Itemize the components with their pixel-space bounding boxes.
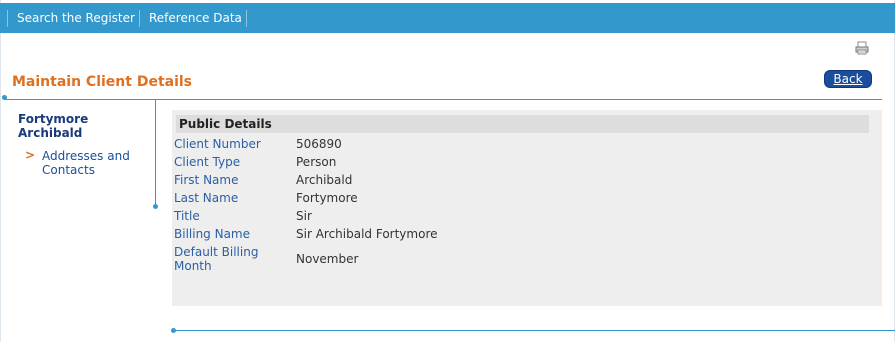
field-value-billing-name: Sir Archibald Fortymore [296,227,438,241]
back-button[interactable]: Back [824,70,872,88]
field-label-last-name: Last Name [174,191,239,205]
page-title: Maintain Client Details [12,74,193,90]
nav-search-register[interactable]: Search the Register [8,3,144,33]
field-label-title: Title [174,209,200,223]
nav-separator [246,10,247,27]
divider-dot [153,204,158,209]
sidebar-client-name: Fortymore Archibald [18,112,89,140]
field-label-billing-name: Billing Name [174,227,251,241]
sidebar-divider [155,100,156,206]
section-header: Public Details [176,115,869,133]
field-value-default-billing-month: November [296,252,359,266]
field-value-client-type: Person [296,155,337,169]
field-label-client-number: Client Number [174,137,261,151]
bottom-divider [174,330,895,331]
field-value-client-number: 506890 [296,137,342,151]
field-label-first-name: First Name [174,173,239,187]
chevron-right-icon: > [25,148,36,162]
field-value-last-name: Fortymore [296,191,358,205]
field-label-client-type: Client Type [174,155,241,169]
printer-icon[interactable] [855,41,869,55]
top-nav-bar: Search the Register Reference Data [0,3,895,33]
sidebar-link-addresses-contacts[interactable]: Addresses and Contacts [42,149,142,177]
title-divider [4,99,882,100]
field-label-default-billing-month: Default Billing Month [174,245,259,273]
field-value-first-name: Archibald [296,173,353,187]
field-value-title: Sir [296,209,312,223]
public-details-panel: Public Details Client Number 506890 Clie… [172,110,882,306]
nav-reference-data[interactable]: Reference Data [140,3,251,33]
